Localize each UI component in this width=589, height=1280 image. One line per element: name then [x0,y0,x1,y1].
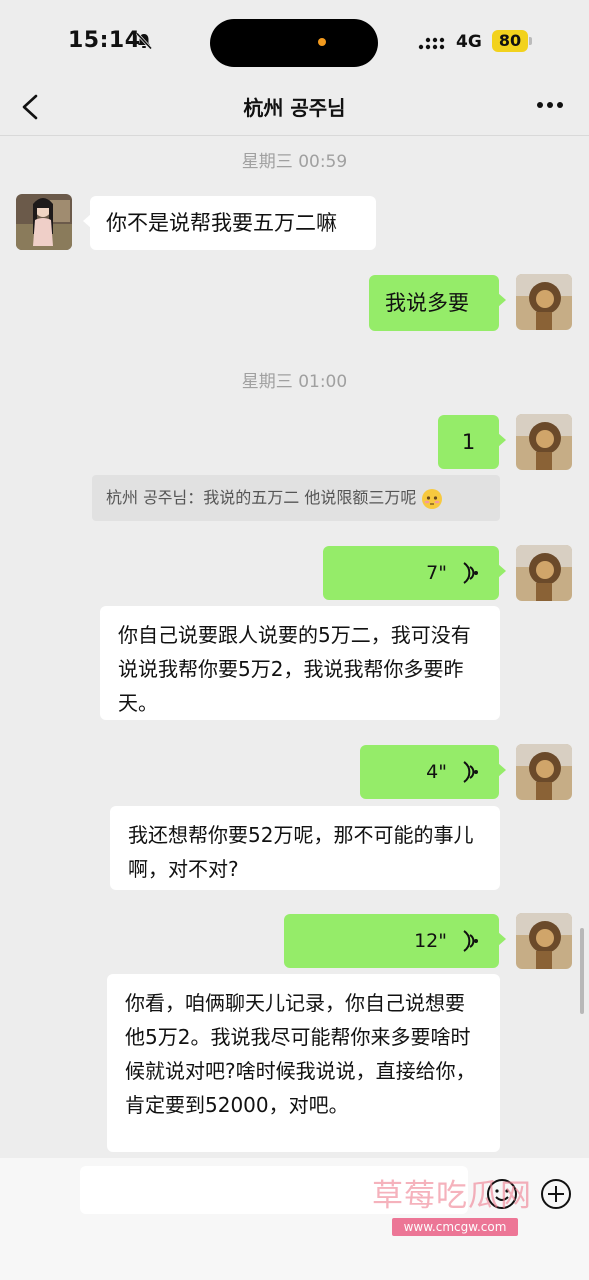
bubble-tail [498,564,506,578]
network-label: 4G [456,32,482,52]
voice-duration: 7" [426,562,447,584]
voice-message-bubble[interactable]: 4" [360,745,506,799]
my-avatar[interactable] [516,545,572,601]
ellipsis-icon[interactable] [536,98,564,112]
watermark-url: www.cmcgw.com [392,1218,518,1236]
quote-text: 杭州 공주님：我说的五万二 他说限额三万呢 [106,488,417,507]
lion-avatar-image [516,913,572,969]
voice-transcript[interactable]: 你看，咱俩聊天儿记录，你自己说想要他5万2。我说我尽可能帮你来多要啥时候就说对吧… [107,974,500,1152]
bubble-tail [498,293,506,307]
status-time: 15:14 [68,28,141,53]
lion-avatar-image [516,274,572,330]
voice-duration: 12" [414,930,447,952]
lion-avatar-image [516,414,572,470]
voice-message-bubble[interactable]: 12" [284,914,506,968]
voice-duration: 4" [426,761,447,783]
voice-transcript[interactable]: 我还想帮你要52万呢，那不可能的事儿啊，对不对? [110,806,500,890]
mic-indicator-dot [318,38,326,46]
transcript-text: 你自己说要跟人说要的5万二，我可没有说说我帮你要5万2，我说我帮你多要昨天。 [118,623,471,715]
voice-wave-icon [463,930,478,952]
plus-icon[interactable] [540,1178,572,1210]
bubble-tail [498,433,506,447]
my-avatar[interactable] [516,414,572,470]
voice-wave-icon [463,761,478,783]
chat-title: 杭州 공주님 [243,96,346,120]
timestamp: 星期三 01:00 [241,372,348,392]
voice-transcript[interactable]: 你自己说要跟人说要的5万二，我可没有说说我帮你要5万2，我说我帮你多要昨天。 [100,606,500,720]
voice-wave-icon [463,562,478,584]
my-avatar[interactable] [516,913,572,969]
lion-avatar-image [516,744,572,800]
transcript-text: 你看，咱俩聊天儿记录，你自己说想要他5万2。我说我尽可能帮你来多要啥时候就说对吧… [125,991,476,1117]
bubble-tail [83,214,91,228]
my-avatar[interactable] [516,744,572,800]
flushed-emoji-icon [422,488,443,509]
quoted-message[interactable]: 杭州 공주님：我说的五万二 他说限额三万呢 [92,475,500,521]
bubble-tail [498,932,506,946]
lion-avatar-image [516,545,572,601]
bubble-tail [498,763,506,777]
header-divider [0,135,589,136]
message-text: 你不是说帮我要五万二嘛 [106,211,337,235]
bell-slash-icon [135,32,153,50]
avatar-image [16,194,72,250]
message-text: 1 [461,430,476,454]
dynamic-island [210,19,378,67]
signal-icon [418,37,445,50]
scrollbar[interactable] [580,928,584,1014]
timestamp: 星期三 00:59 [241,152,348,172]
battery-indicator: 80 [492,30,528,52]
voice-message-bubble[interactable]: 7" [323,546,506,600]
battery-cap [529,37,532,45]
transcript-text: 我还想帮你要52万呢，那不可能的事儿啊，对不对? [128,823,474,881]
avatar[interactable] [16,194,72,250]
my-avatar[interactable] [516,274,572,330]
message-bubble[interactable]: 你不是说帮我要五万二嘛 [83,196,376,250]
watermark-text: 草莓吃瓜网 [372,1178,532,1214]
message-text: 我说多要 [385,291,469,315]
message-bubble-sent[interactable]: 1 [438,415,506,469]
message-bubble-sent[interactable]: 我说多要 [369,275,506,331]
